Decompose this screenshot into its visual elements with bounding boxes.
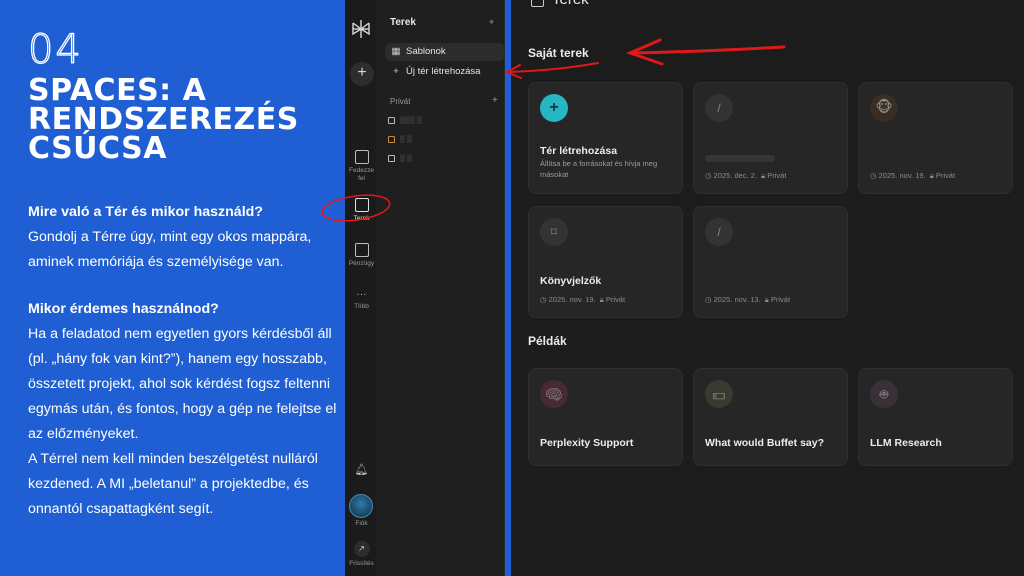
space-card[interactable]: 🐵︎ ◷ 2025. nov. 19. 🔒︎ Privát <box>858 82 1013 194</box>
arrow-up-right-icon: ↗ <box>353 541 370 557</box>
bell-icon[interactable]: 🔔︎ <box>345 465 378 476</box>
my-spaces-heading: Saját terek <box>528 46 589 60</box>
robot-icon: 🤖︎ <box>870 380 898 408</box>
rail-more[interactable]: ··· Több <box>345 290 378 311</box>
perplexity-logo-icon[interactable] <box>350 18 372 40</box>
spaces-icon <box>531 0 544 7</box>
bookmarks-space-card[interactable]: ⌑ Könyvjelzők ◷ 2025. nov. 19. 🔒︎ Privát <box>528 206 683 318</box>
sidebar-space-item[interactable]: ▒ ▒ <box>388 134 498 146</box>
pin-icon[interactable]: ⌖ <box>489 17 494 28</box>
create-space-card[interactable]: + Tér létrehozása Állítsa be a forrásoka… <box>528 82 683 194</box>
card-title: Tér létrehozása <box>540 145 618 157</box>
plus-icon: + <box>393 66 399 77</box>
slash-icon: / <box>705 94 733 122</box>
answer-2: Ha a feladatod nem egyetlen gyors kérdés… <box>28 326 337 442</box>
question-2: Mikor érdemes használnod? <box>28 301 219 317</box>
rail-account-label: Fiók <box>355 520 368 527</box>
card-meta: ◷ 2025. nov. 19. 🔒︎ Privát <box>870 171 956 180</box>
answer-3: A Térrel nem kell minden beszélgetést nu… <box>28 451 318 517</box>
rail-upgrade[interactable]: ↗ Frissítés <box>345 541 378 568</box>
grid-icon: ▦ <box>391 46 401 57</box>
card-description: Állítsa be a forrásokat és hívja meg más… <box>540 159 658 179</box>
space-card[interactable]: / ◷ 2025. nov. 13. 🔒︎ Privát <box>693 206 848 318</box>
spaces-icon <box>354 198 369 212</box>
card-meta: ◷ 2025. dec. 2. 🔒︎ Privát <box>705 171 787 180</box>
examples-heading: Példák <box>528 334 567 348</box>
card-title: Könyvjelzők <box>540 275 602 287</box>
example-card-buffet[interactable]: 💵︎ What would Buffet say? <box>693 368 848 466</box>
sidebar-item-new-space[interactable]: + Új tér létrehozása <box>385 63 504 81</box>
sidebar-title: Terek <box>390 17 416 28</box>
card-title: What would Buffet say? <box>705 437 824 449</box>
space-card[interactable]: / ◷ 2025. dec. 2. 🔒︎ Privát <box>693 82 848 194</box>
slide-number: 04 <box>27 27 83 73</box>
sidebar-section-private: Privát <box>390 97 411 106</box>
bookmark-icon: ⌑ <box>540 218 568 246</box>
example-card-perplexity-support[interactable]: 🧠︎ Perplexity Support <box>528 368 683 466</box>
main-content: Terek Saját terek + Tér létrehozása Állí… <box>511 0 1024 576</box>
slash-icon: / <box>705 218 733 246</box>
answer-1: Gondolj a Térre úgy, mint egy okos mappá… <box>28 229 312 270</box>
rail-finance[interactable]: Pénzügy <box>345 243 378 268</box>
card-title: Perplexity Support <box>540 437 634 449</box>
page-title: Terek <box>531 0 589 8</box>
chart-icon <box>354 243 369 257</box>
plus-icon: + <box>540 94 568 122</box>
brain-icon: 🧠︎ <box>540 380 568 408</box>
card-meta: ◷ 2025. nov. 13. 🔒︎ Privát <box>705 295 791 304</box>
more-dots-icon: ··· <box>356 289 367 300</box>
add-private-space-icon[interactable]: + <box>492 95 498 106</box>
spaces-sidebar: Terek ⌖ ▦ Sablonok + Új tér létrehozása Pr… <box>378 0 505 576</box>
blurred-title <box>705 155 775 162</box>
question-1: Mire való a Tér és mikor használd? <box>28 204 263 220</box>
card-meta: ◷ 2025. nov. 19. 🔒︎ Privát <box>540 295 626 304</box>
sidebar-space-item[interactable]: ▒ ▒ <box>388 153 498 165</box>
avatar[interactable] <box>349 494 373 518</box>
sidebar-space-item[interactable]: ▒▒▒ ▒ <box>388 115 498 127</box>
sidebar-item-templates[interactable]: ▦ Sablonok <box>385 43 504 61</box>
money-icon: 💵︎ <box>705 380 733 408</box>
rail-spaces[interactable]: Terek <box>345 198 378 223</box>
card-title: LLM Research <box>870 437 942 449</box>
monkey-icon: 🐵︎ <box>870 94 898 122</box>
slide-body: Mire való a Tér és mikor használd? Gondo… <box>28 200 340 522</box>
slide-panel: 04 SPACES: A RENDSZEREZÉS CSÚCSA Mire va… <box>0 0 345 576</box>
example-card-llm-research[interactable]: 🤖︎ LLM Research <box>858 368 1013 466</box>
slide-title: SPACES: A RENDSZEREZÉS CSÚCSA <box>28 73 299 166</box>
